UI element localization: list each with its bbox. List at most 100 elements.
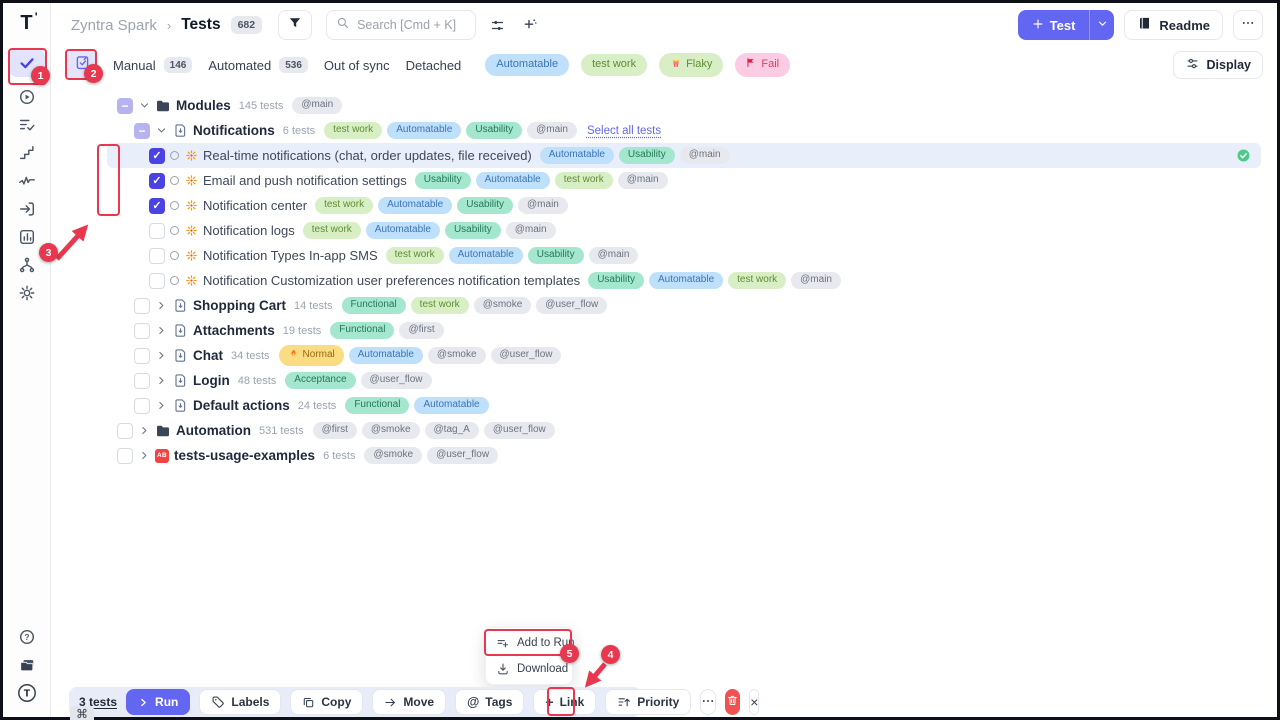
tag-pill[interactable]: Acceptance [285,372,355,390]
tree-row-test[interactable]: Notification Customization user preferen… [107,268,1261,293]
bulk-select-button[interactable] [67,50,97,80]
row-checkbox[interactable]: ✓ [149,198,165,214]
tag-pill[interactable]: Usability [457,197,513,215]
tag-pill[interactable]: @main [618,172,668,190]
tree-row-suite[interactable]: −Notifications6 teststest workAutomatabl… [107,118,1261,143]
quick-filter-pill[interactable]: Flaky [659,53,723,78]
menu-item-add-to-run[interactable]: Add to Run [486,630,572,656]
readme-button[interactable]: Readme [1124,10,1223,40]
tag-pill[interactable]: @smoke [364,447,422,465]
quick-filter-pill[interactable]: Fail [735,53,790,77]
sidebar-item-run-list[interactable] [10,111,44,139]
tag-pill[interactable]: Automatable [387,122,461,140]
tree-row-test[interactable]: Notification logstest workAutomatableUsa… [107,218,1261,243]
row-checkbox[interactable] [134,298,150,314]
tag-pill[interactable]: @first [313,422,357,440]
tag-pill[interactable]: @user_flow [484,422,555,440]
tag-pill[interactable]: @main [518,197,568,215]
row-checkbox[interactable]: − [117,98,133,114]
tag-pill[interactable]: @main [680,147,730,165]
tag-pill[interactable]: Automatable [540,147,614,165]
tag-pill[interactable]: test work [303,222,361,240]
tree-row-suite[interactable]: ABtests-usage-examples6 tests@smoke@user… [107,443,1261,468]
quick-filter-pill[interactable]: Automatable [485,54,569,76]
menu-item-download[interactable]: Download [486,656,572,682]
bulk-run-button[interactable]: Run [126,689,190,715]
more-options-button[interactable] [1233,10,1263,40]
tree-row-suite[interactable]: Automation531 tests@first@smoke@tag_A@us… [107,418,1261,443]
tag-pill[interactable]: Automatable [649,272,723,290]
tag-pill[interactable]: @first [399,322,443,340]
chevron-right-icon[interactable] [155,400,167,412]
tag-pill[interactable]: Functional [330,322,394,340]
tag-pill[interactable]: @user_flow [491,347,562,365]
filter-tab-automated[interactable]: Automated536 [208,57,308,73]
new-test-button[interactable]: Test [1018,10,1090,40]
search-input[interactable] [357,18,466,32]
tag-pill[interactable]: @main [589,247,639,265]
chevron-right-icon[interactable] [138,425,150,437]
sidebar-item-help[interactable]: ? [10,623,44,651]
row-checkbox[interactable] [117,448,133,464]
tag-pill[interactable]: @main [527,122,577,140]
bulk-tags-button[interactable]: @Tags [455,689,524,715]
tag-pill[interactable]: Automatable [378,197,452,215]
tag-pill[interactable]: @user_flow [536,297,607,315]
tag-pill[interactable]: Automatable [349,347,423,365]
row-checkbox[interactable] [134,398,150,414]
row-checkbox[interactable] [149,223,165,239]
filter-tab-out-of-sync[interactable]: Out of sync [324,58,390,73]
tag-pill[interactable]: Usability [528,247,584,265]
sidebar-item-pulse[interactable] [10,167,44,195]
chevron-down-icon[interactable] [155,125,167,137]
sidebar-item-projects[interactable] [10,651,44,679]
new-test-caret-button[interactable] [1089,10,1114,40]
tag-pill[interactable]: test work [386,247,444,265]
row-checkbox[interactable] [149,273,165,289]
tree-row-suite[interactable]: Chat34 testsNormalAutomatable@smoke@user… [107,343,1261,368]
tag-pill[interactable]: test work [315,197,373,215]
tag-pill[interactable]: Usability [445,222,501,240]
tag-pill[interactable]: Automatable [449,247,523,265]
tree-row-test[interactable]: ✓Real-time notifications (chat, order up… [107,143,1261,168]
tag-pill[interactable]: @smoke [362,422,420,440]
chevron-right-icon[interactable] [155,300,167,312]
tag-pill[interactable]: @user_flow [427,447,498,465]
tag-pill[interactable]: @user_flow [361,372,432,390]
adjustments-icon[interactable] [484,12,510,38]
tag-pill[interactable]: Usability [619,147,675,165]
chevron-right-icon[interactable] [155,325,167,337]
tag-pill[interactable]: @smoke [428,347,486,365]
sidebar-item-runs-play[interactable] [10,83,44,111]
tag-pill[interactable]: Functional [342,297,406,315]
tree-row-test[interactable]: ✓Notification centertest workAutomatable… [107,193,1261,218]
tag-pill[interactable]: @tag_A [425,422,479,440]
chevron-right-icon[interactable] [155,375,167,387]
row-checkbox[interactable]: ✓ [149,173,165,189]
bulk-close-button[interactable]: × [749,689,759,715]
filter-funnel-button[interactable] [278,10,312,40]
sidebar-item-profile[interactable]: T [10,679,44,707]
filter-tab-manual[interactable]: Manual146 [113,57,192,73]
tag-pill[interactable]: Automatable [414,397,488,415]
tree-row-suite[interactable]: Default actions24 testsFunctionalAutomat… [107,393,1261,418]
display-button[interactable]: Display [1173,51,1263,79]
bulk-priority-button[interactable]: Priority [605,689,691,715]
bulk-delete-button[interactable] [725,689,740,715]
bulk-move-button[interactable]: Move [372,689,446,715]
row-checkbox[interactable] [134,323,150,339]
sidebar-item-analytics[interactable] [10,223,44,251]
bulk-link-button[interactable]: +Link [533,689,596,715]
tree-row-suite[interactable]: Attachments19 testsFunctional@first [107,318,1261,343]
tag-pill[interactable]: Usability [466,122,522,140]
ai-sparkle-icon[interactable] [518,12,544,38]
tree-row-test[interactable]: Notification Types In-app SMStest workAu… [107,243,1261,268]
row-checkbox[interactable] [149,248,165,264]
chevron-right-icon[interactable] [138,450,150,462]
tag-pill[interactable]: test work [411,297,469,315]
tag-pill[interactable]: test work [555,172,613,190]
tag-pill[interactable]: Functional [345,397,409,415]
row-checkbox[interactable] [134,348,150,364]
tag-pill[interactable]: Automatable [476,172,550,190]
row-checkbox[interactable] [134,373,150,389]
